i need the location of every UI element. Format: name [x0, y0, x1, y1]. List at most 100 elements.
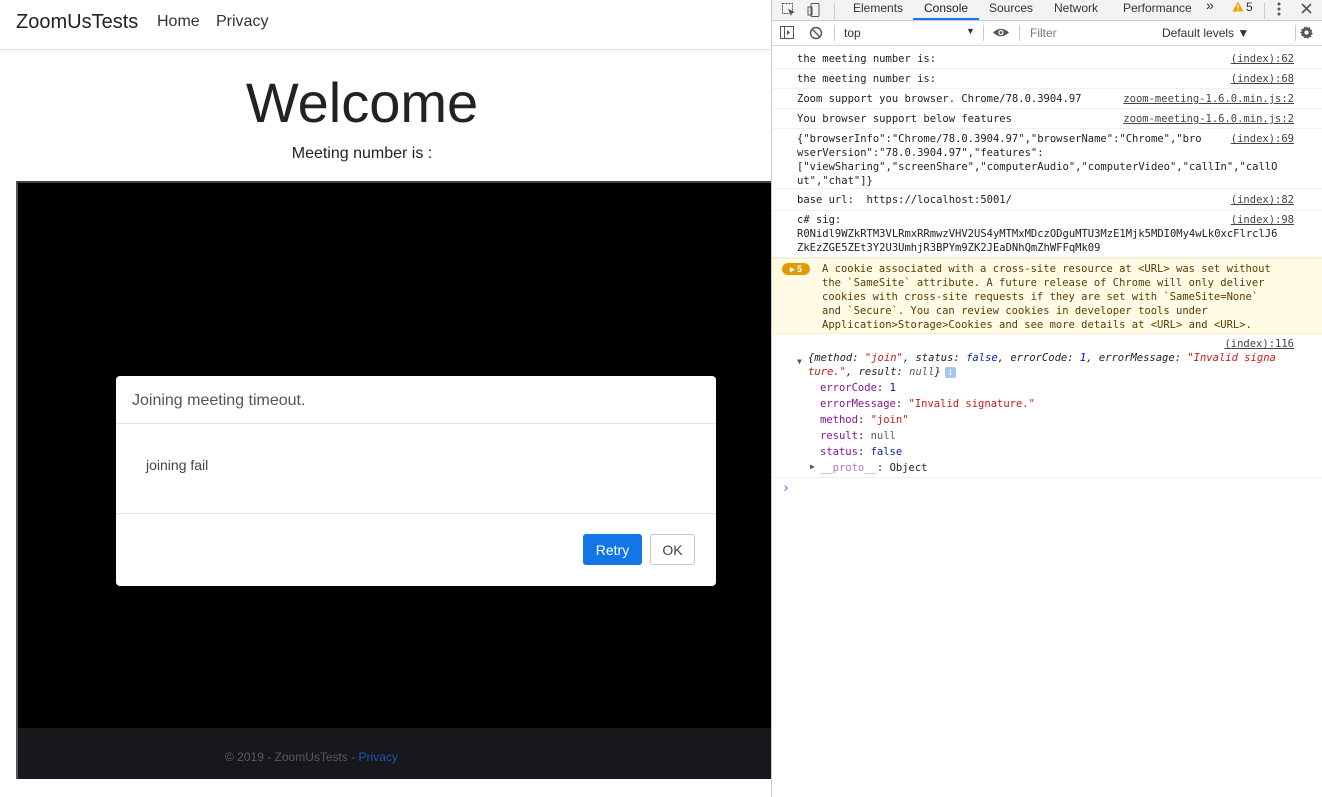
summary-text: , errorMessage:: [1086, 352, 1188, 364]
dialog-message: joining fail: [146, 457, 209, 473]
console-log-row: the meeting number is: (index):62: [772, 49, 1322, 69]
property-value: false: [870, 446, 903, 458]
log-message: c# sig: R0Nidl9WZkRTM3VLRmxRRmwzVHV2US4y…: [797, 214, 1278, 254]
clear-console-icon[interactable]: [809, 26, 823, 43]
property-value: "Invalid signature.": [908, 398, 1035, 410]
summary-value: ture.": [808, 366, 846, 378]
inspect-element-icon[interactable]: [781, 2, 797, 21]
info-icon[interactable]: i: [944, 366, 956, 378]
summary-text: , errorCode:: [997, 352, 1080, 364]
console-log-row: {"browserInfo":"Chrome/78.0.3904.97","br…: [772, 129, 1322, 189]
console-log-row: Zoom support you browser. Chrome/78.0.39…: [772, 89, 1322, 109]
console-log-row: base url: https://localhost:5001/ (index…: [772, 189, 1322, 211]
object-property: errorCode: 1: [820, 382, 896, 394]
log-levels-dropdown[interactable]: Default levels ▼: [1162, 26, 1249, 40]
property-key: errorMessage: [820, 398, 896, 410]
summary-value: "Invalid signa: [1187, 352, 1276, 364]
toolbar-separator: [983, 25, 984, 41]
log-source-link[interactable]: (index):82: [1231, 193, 1294, 207]
devtools-panel: Elements Console Sources Network Perform…: [771, 0, 1322, 797]
summary-text: {method:: [808, 352, 865, 364]
retry-button[interactable]: Retry: [583, 534, 642, 565]
toolbar-separator: [1019, 25, 1020, 41]
toolbar-separator: [1295, 25, 1296, 41]
footer-text: © 2019 - ZoomUsTests - Privacy: [225, 750, 398, 764]
tab-separator: [834, 3, 835, 19]
console-prompt[interactable]: ›: [782, 481, 790, 496]
tab-separator: [1264, 3, 1265, 19]
log-message: You browser support below features: [797, 113, 1012, 125]
collapse-arrow-icon[interactable]: ▼: [797, 357, 802, 366]
log-message: the meeting number is:: [797, 73, 937, 85]
log-source-link[interactable]: (index):68: [1231, 72, 1294, 86]
summary-text: , status:: [902, 352, 967, 364]
nav-privacy-link[interactable]: Privacy: [216, 13, 268, 31]
console-log-row: c# sig: R0Nidl9WZkRTM3VLRmxRRmwzVHV2US4y…: [772, 211, 1322, 258]
dialog-title: Joining meeting timeout.: [132, 392, 306, 409]
context-value: top: [844, 26, 861, 40]
tab-console[interactable]: Console: [913, 0, 980, 20]
nav-home-link[interactable]: Home: [157, 13, 200, 31]
tab-elements[interactable]: Elements: [853, 0, 903, 20]
page-title: Welcome: [245, 71, 479, 134]
context-selector[interactable]: top ▼: [844, 26, 975, 40]
device-toolbar-icon[interactable]: [807, 2, 823, 21]
warning-group-badge[interactable]: ▸ 5: [782, 263, 810, 275]
log-source-link[interactable]: zoom-meeting-1.6.0.min.js:2: [1123, 112, 1294, 126]
log-message: {"browserInfo":"Chrome/78.0.3904.97","br…: [797, 133, 1278, 187]
tab-performance[interactable]: Performance: [1123, 0, 1192, 20]
dialog-header-divider: [116, 423, 716, 424]
property-value: Object: [889, 462, 928, 474]
object-property: method: "join": [820, 414, 909, 426]
log-source-link[interactable]: zoom-meeting-1.6.0.min.js:2: [1123, 92, 1294, 106]
ok-button[interactable]: OK: [650, 534, 695, 565]
warning-count: 5: [1246, 0, 1253, 14]
dialog-footer-divider: [116, 513, 716, 514]
sidebar-toggle-icon[interactable]: [780, 26, 795, 43]
toolbar-separator: [834, 25, 835, 41]
log-source-link[interactable]: (index):62: [1231, 52, 1294, 66]
live-expression-eye-icon[interactable]: [992, 26, 1010, 42]
warning-message: A cookie associated with a cross-site re…: [822, 263, 1271, 331]
property-value: 1: [889, 382, 896, 394]
warning-group-count: 5: [797, 264, 803, 274]
more-tabs-icon[interactable]: »: [1206, 0, 1214, 17]
log-message: base url: https://localhost:5001/: [797, 194, 1012, 206]
object-summary[interactable]: {method: "join", status: false, errorCod…: [808, 351, 1276, 365]
devtools-tab-bar: Elements Console Sources Network Perform…: [772, 0, 1322, 21]
console-filter-input[interactable]: [1024, 23, 1154, 43]
footer-privacy-link[interactable]: Privacy: [359, 750, 398, 764]
meeting-number-label: Meeting number is :: [291, 145, 433, 162]
close-icon[interactable]: [1300, 2, 1313, 18]
summary-text: }: [934, 366, 941, 378]
console-log-row: the meeting number is: (index):68: [772, 69, 1322, 89]
object-property: result: null: [820, 430, 896, 442]
object-property: errorMessage: "Invalid signature.": [820, 398, 1035, 410]
settings-gear-icon[interactable]: [1299, 25, 1314, 43]
log-source-link[interactable]: (index):69: [1231, 132, 1294, 146]
console-toolbar: top ▼ Default levels ▼: [772, 21, 1322, 46]
navbar: ZoomUsTests Home Privacy: [0, 0, 771, 50]
summary-value: false: [966, 352, 998, 364]
summary-value: null: [909, 366, 935, 378]
tab-sources[interactable]: Sources: [989, 0, 1033, 20]
expand-arrow-icon[interactable]: ▶: [810, 462, 815, 471]
object-summary-wrap: ture.", result: null} i: [808, 365, 956, 379]
web-page: ZoomUsTests Home Privacy Welcome Meeting…: [0, 0, 771, 797]
property-value: "join": [870, 414, 909, 426]
log-source-link[interactable]: (index):98: [1231, 213, 1294, 227]
warning-indicator[interactable]: 5: [1232, 0, 1253, 15]
object-proto-property[interactable]: __proto__: Object: [820, 461, 928, 475]
property-value: null: [870, 430, 896, 442]
page-footer: © 2019 - ZoomUsTests - Privacy: [16, 728, 771, 779]
footer-copyright: © 2019 - ZoomUsTests -: [225, 750, 359, 764]
property-key: __proto__: [820, 462, 877, 474]
kebab-menu-icon[interactable]: [1275, 1, 1283, 20]
log-source-link[interactable]: (index):116: [1224, 337, 1294, 351]
tab-network[interactable]: Network: [1054, 0, 1098, 20]
object-property: status: false: [820, 446, 903, 458]
property-key: result: [820, 430, 858, 442]
console-log-row: You browser support below features zoom-…: [772, 109, 1322, 129]
summary-value: "join": [864, 352, 903, 364]
brand-link[interactable]: ZoomUsTests: [16, 11, 138, 34]
